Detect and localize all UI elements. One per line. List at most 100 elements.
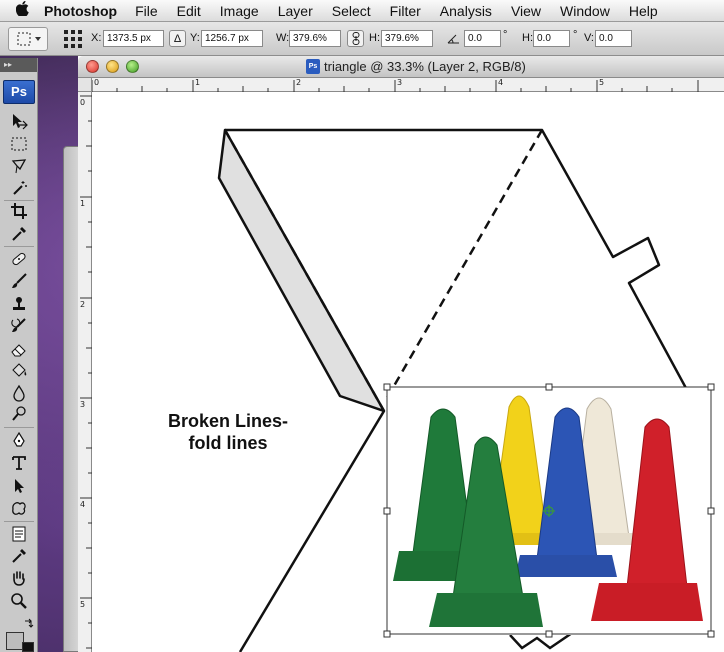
horizontal-skew-field[interactable]: 0.0: [533, 30, 570, 47]
pen-nib-icon: [13, 431, 25, 447]
ruler-number: 0: [80, 98, 86, 107]
collapse-panel-button[interactable]: ▸▸: [0, 58, 37, 72]
crop-icon: [11, 203, 27, 219]
menu-bar: Photoshop File Edit Image Layer Select F…: [0, 0, 724, 22]
crop-tool[interactable]: [7, 201, 31, 221]
dodge-icon: [12, 406, 26, 421]
apple-menu-icon[interactable]: [0, 0, 44, 20]
paint-bucket-tool[interactable]: [7, 361, 31, 381]
reference-point-icon[interactable]: [64, 30, 82, 48]
path-selection-tool[interactable]: [7, 476, 31, 496]
background-color-swatch[interactable]: [22, 642, 34, 652]
move-tool-icon: [17, 32, 30, 46]
move-tool[interactable]: [7, 111, 31, 131]
brush-icon: [12, 273, 27, 288]
swap-colors-icon[interactable]: [24, 618, 34, 628]
ruler-number: 1: [195, 78, 201, 87]
annotation-line-2: fold lines: [188, 433, 268, 453]
horizontal-ruler[interactable]: 0 1 2 3 4 5: [92, 78, 724, 92]
ruler-number: 2: [80, 300, 86, 309]
history-brush-tool[interactable]: [7, 316, 31, 336]
notes-tool[interactable]: [7, 524, 31, 544]
free-transform-box[interactable]: [383, 383, 715, 638]
magic-wand-tool[interactable]: [7, 178, 31, 198]
custom-shape-tool[interactable]: [7, 498, 31, 518]
eraser-icon: [11, 344, 26, 357]
paint-bucket-icon: [12, 363, 27, 377]
blur-tool[interactable]: [7, 383, 31, 403]
degree-symbol: °: [503, 29, 508, 41]
options-bar: X: 1373.5 px Δ Y: 1256.7 px W: 379.6% H:…: [0, 22, 724, 56]
menu-analysis[interactable]: Analysis: [440, 3, 492, 19]
canvas[interactable]: Broken Lines- fold lines: [92, 93, 724, 652]
rotate-angle-field[interactable]: 0.0: [464, 30, 501, 47]
annotation-line-1: Broken Lines-: [167, 411, 289, 431]
placed-image-layer[interactable]: [383, 383, 715, 638]
eyedropper-icon: [12, 227, 26, 241]
triangle-outline-bottom: [509, 631, 573, 650]
link-chain-icon: [352, 32, 359, 45]
degree-symbol: °: [573, 29, 578, 41]
zoom-tool[interactable]: [7, 591, 31, 611]
maintain-aspect-ratio-button[interactable]: [347, 30, 364, 47]
x-position-field[interactable]: 1373.5 px: [103, 30, 164, 47]
eraser-tool[interactable]: [7, 339, 31, 359]
tools-panel: ▸▸ Ps: [0, 58, 38, 652]
vertical-ruler[interactable]: 0 1 2 3 4 5: [78, 92, 92, 652]
height-field[interactable]: 379.6%: [381, 30, 433, 47]
stamp-icon: [13, 297, 25, 310]
width-field[interactable]: 379.6%: [289, 30, 341, 47]
minimize-window-button[interactable]: [106, 60, 119, 73]
ruler-number: 4: [80, 500, 86, 509]
menu-window[interactable]: Window: [560, 3, 610, 19]
y-position-field[interactable]: 1256.7 px: [201, 30, 263, 47]
dodge-tool[interactable]: [7, 404, 31, 424]
y-label: Y:: [190, 32, 200, 44]
photoshop-document-icon: Ps: [306, 59, 320, 74]
width-label: W:: [276, 32, 290, 44]
document-title-bar[interactable]: Ps triangle @ 33.3% (Layer 2, RGB/8): [78, 56, 724, 78]
ruler-origin[interactable]: [78, 78, 92, 92]
menu-image[interactable]: Image: [220, 3, 259, 19]
zoom-window-button[interactable]: [126, 60, 139, 73]
healing-brush-tool[interactable]: [7, 249, 31, 269]
menu-select[interactable]: Select: [332, 3, 371, 19]
menu-layer[interactable]: Layer: [278, 3, 313, 19]
pen-tool[interactable]: [7, 430, 31, 450]
menu-file[interactable]: File: [135, 3, 158, 19]
marquee-tool[interactable]: [7, 134, 31, 154]
menu-view[interactable]: View: [511, 3, 541, 19]
fold-lines-annotation: Broken Lines- fold lines: [148, 410, 308, 454]
relative-position-button[interactable]: Δ: [169, 30, 186, 47]
selection-arrow-icon: [15, 479, 24, 493]
chevron-down-icon: [34, 37, 41, 41]
close-window-button[interactable]: [86, 60, 99, 73]
tool-preset-picker[interactable]: [8, 27, 48, 51]
ruler-number: 0: [94, 78, 100, 87]
eyedropper-sample-tool[interactable]: [7, 546, 31, 566]
hand-tool[interactable]: [7, 568, 31, 588]
bandage-icon: [12, 252, 26, 266]
ruler-number: 3: [80, 400, 86, 409]
type-tool[interactable]: [7, 453, 31, 473]
lasso-tool[interactable]: [7, 156, 31, 176]
menu-app-name[interactable]: Photoshop: [44, 3, 117, 19]
clone-stamp-tool[interactable]: [7, 294, 31, 314]
eyedropper-tool[interactable]: [7, 224, 31, 244]
history-brush-icon: [11, 318, 26, 332]
water-drop-icon: [13, 384, 25, 402]
menu-edit[interactable]: Edit: [177, 3, 201, 19]
note-icon: [12, 526, 26, 542]
ruler-number: 3: [397, 78, 403, 87]
vertical-skew-field[interactable]: 0.0: [595, 30, 632, 47]
height-label: H:: [369, 32, 380, 44]
brush-tool[interactable]: [7, 271, 31, 291]
dashed-fold-line: [385, 129, 544, 399]
hand-icon: [13, 571, 25, 586]
photoshop-logo[interactable]: Ps: [3, 80, 35, 104]
menu-help[interactable]: Help: [629, 3, 658, 19]
shape-blob-icon: [12, 502, 26, 515]
menu-filter[interactable]: Filter: [390, 3, 421, 19]
document-title: triangle @ 33.3% (Layer 2, RGB/8): [324, 59, 526, 74]
lasso-icon: [11, 159, 27, 174]
